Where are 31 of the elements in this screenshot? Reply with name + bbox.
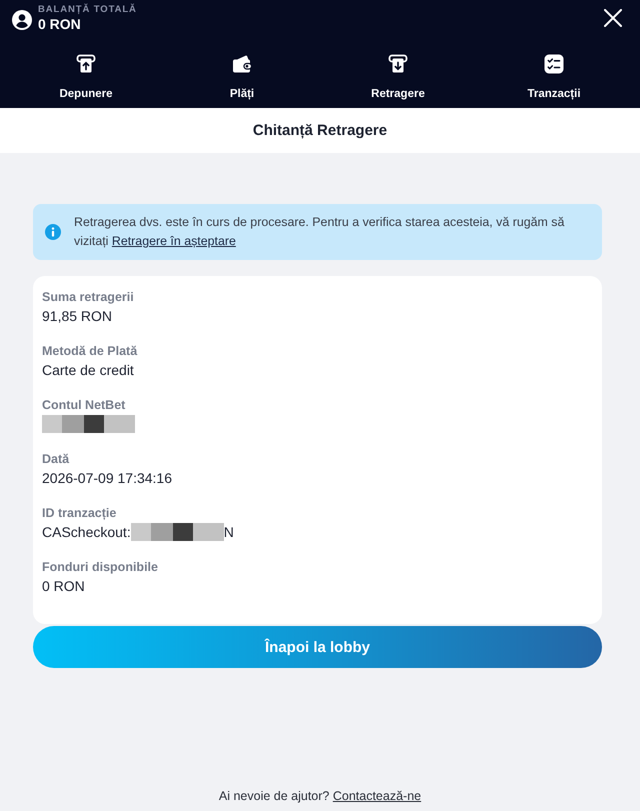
detail-value: 91,85 RON bbox=[42, 307, 112, 326]
nav-button[interactable]: Plăți bbox=[164, 54, 320, 101]
balance-label: BALANȚĂ TOTALĂ bbox=[38, 4, 137, 16]
contact-link[interactable]: Contactează-ne bbox=[332, 789, 422, 803]
detail-value-end: N bbox=[224, 523, 234, 542]
help-text: Ai nevoie de ajutor? Contactează-ne bbox=[218, 788, 422, 805]
card-slot-up-arrow-icon bbox=[76, 54, 96, 74]
detail-label: Metodă de Plată bbox=[42, 343, 138, 360]
pending-withdrawal-link[interactable]: Retragere în așteptare bbox=[112, 234, 236, 248]
detail-value: 2026-07-09 17:34:16 bbox=[42, 469, 172, 488]
nav-button[interactable]: Retragere bbox=[320, 54, 476, 101]
detail-label: Suma retragerii bbox=[42, 289, 135, 306]
close-icon bbox=[604, 9, 622, 27]
nav-button[interactable]: Depunere bbox=[8, 54, 164, 101]
info-icon bbox=[45, 224, 61, 240]
card-slot-down-arrow-icon bbox=[388, 54, 408, 74]
close-button[interactable] bbox=[604, 9, 622, 27]
wallet-icon bbox=[232, 54, 252, 74]
user-icon[interactable] bbox=[12, 10, 32, 30]
detail-label: ID tranzacție bbox=[42, 505, 118, 522]
checklist-icon bbox=[544, 54, 564, 74]
detail-value: 0 RON bbox=[42, 577, 85, 596]
detail-value: Carte de credit bbox=[42, 361, 134, 380]
detail-label: Dată bbox=[42, 451, 70, 468]
detail-label: Fonduri disponibile bbox=[42, 559, 159, 576]
detail-label: Contul NetBet bbox=[42, 397, 126, 414]
balance-amount: 0 RON bbox=[38, 16, 82, 32]
nav-button[interactable]: Tranzacții bbox=[476, 54, 632, 101]
detail-value: CAScheckout: bbox=[42, 523, 131, 542]
notice-text: Retragerea dvs. este în curs de procesare. Pentru a verifica starea acesteia, vă rugăm să vizitați Retragere în așteptare bbox=[74, 214, 566, 250]
page-title: Chitanță Retragere bbox=[252, 122, 388, 139]
